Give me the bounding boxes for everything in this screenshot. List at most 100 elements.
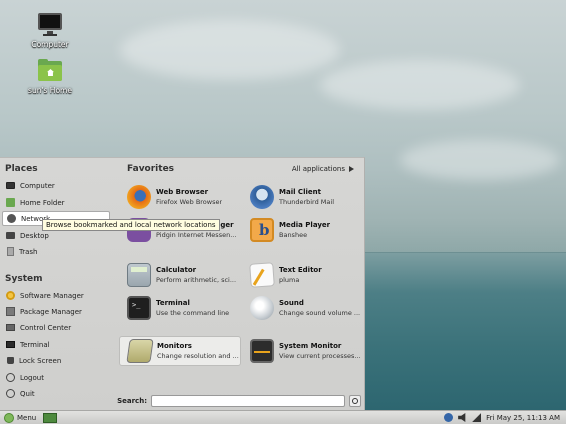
logout-icon (6, 373, 15, 382)
system-item-label: Quit (20, 389, 35, 398)
places-item-label: Home Folder (20, 198, 65, 207)
desktop-icon-label: Computer (31, 40, 69, 49)
app-description: Pidgin Internet Messen... (156, 231, 237, 239)
mail-client-icon (250, 185, 274, 209)
app-description: View current processes... (279, 352, 361, 360)
app-description: Thunderbird Mail (279, 198, 335, 206)
firefox-icon (127, 185, 151, 209)
app-description: Use the command line (156, 309, 230, 317)
app-name: Monitors (157, 342, 192, 350)
computer-icon (6, 182, 15, 189)
menu-left-column: Places Computer Home Folder Network Desk… (0, 158, 113, 410)
all-applications-button[interactable]: All applications (292, 165, 354, 173)
favorite-sound[interactable]: Sound Change sound volume ... (242, 293, 364, 323)
app-description: Firefox Web Browser (156, 198, 223, 206)
monitor-icon (35, 12, 65, 38)
system-item-control-center[interactable]: Control Center (2, 320, 110, 335)
show-desktop-icon[interactable] (43, 412, 58, 423)
app-name: Terminal (156, 299, 190, 307)
menu-button[interactable]: Menu (0, 411, 40, 424)
sound-icon (250, 296, 274, 320)
system-item-lock-screen[interactable]: Lock Screen (2, 353, 110, 368)
places-item-label: Computer (20, 181, 55, 190)
bottom-panel: Menu Fri May 25, 11:13 AM (0, 410, 566, 424)
app-name: Sound (279, 299, 304, 307)
favorite-system-monitor[interactable]: System Monitor View current processes... (242, 336, 364, 366)
favorite-monitors[interactable]: Monitors Change resolution and ... (119, 336, 241, 366)
app-description: Change sound volume ... (279, 309, 361, 317)
network-tooltip: Browse bookmarked and local network loca… (42, 219, 220, 231)
system-item-package-manager[interactable]: Package Manager (2, 304, 110, 319)
app-name: Mail Client (279, 188, 321, 196)
favorite-web-browser[interactable]: Web Browser Firefox Web Browser (119, 182, 241, 212)
terminal-icon (127, 296, 151, 320)
update-manager-icon[interactable] (444, 413, 454, 422)
all-applications-label: All applications (291, 165, 345, 173)
system-title: System (5, 274, 43, 284)
desktop-icon (6, 232, 15, 239)
favorite-text-editor[interactable]: Text Editor pluma (242, 260, 364, 290)
control-center-icon (6, 324, 15, 331)
system-item-software-manager[interactable]: Software Manager (2, 288, 110, 303)
favorite-mail-client[interactable]: Mail Client Thunderbird Mail (242, 182, 364, 212)
software-manager-icon (6, 291, 15, 300)
banshee-icon (250, 218, 274, 242)
system-item-label: Lock Screen (19, 356, 62, 365)
home-folder-icon (35, 58, 65, 84)
sea-wallpaper (365, 253, 566, 410)
desktop-icon-home[interactable]: sun's Home (18, 58, 82, 95)
app-name: Web Browser (156, 188, 209, 196)
favorites-title: Favorites (127, 164, 175, 174)
system-item-label: Software Manager (20, 291, 84, 300)
start-menu: Places Computer Home Folder Network Desk… (0, 157, 365, 410)
menu-right-column: Favorites All applications Web Browser Fi… (113, 158, 364, 410)
system-item-label: Package Manager (20, 307, 82, 316)
desktop-icon-computer[interactable]: Computer (18, 12, 82, 49)
favorite-terminal[interactable]: Terminal Use the command line (119, 293, 241, 323)
app-name: Media Player (279, 221, 331, 229)
system-item-quit[interactable]: Quit (2, 386, 110, 401)
system-monitor-icon (250, 339, 274, 363)
search-label: Search: (117, 397, 147, 405)
menu-button-label: Menu (17, 413, 37, 422)
arrow-right-icon (349, 166, 354, 172)
places-title: Places (5, 164, 38, 174)
app-name: System Monitor (279, 342, 342, 350)
places-item-label: Trash (19, 247, 38, 256)
horizon-line (365, 252, 566, 253)
search-icon[interactable] (349, 395, 361, 407)
network-status-icon[interactable] (472, 413, 482, 422)
app-description: Banshee (279, 231, 308, 239)
system-tray: Fri May 25, 11:13 AM (444, 413, 566, 422)
system-item-logout[interactable]: Logout (2, 370, 110, 385)
app-name: Calculator (156, 266, 197, 274)
places-item-label: Desktop (20, 231, 49, 240)
places-item-trash[interactable]: Trash (2, 244, 110, 259)
network-icon (7, 214, 16, 223)
desktop-icon-label: sun's Home (28, 86, 72, 95)
app-name: Text Editor (279, 266, 322, 274)
places-item-home-folder[interactable]: Home Folder (2, 195, 110, 210)
system-item-label: Terminal (20, 340, 50, 349)
app-description: Perform arithmetic, sci... (156, 276, 237, 284)
search-row: Search: (113, 392, 364, 410)
favorite-media-player[interactable]: Media Player Banshee (242, 215, 364, 245)
favorite-calculator[interactable]: Calculator Perform arithmetic, sci... (119, 260, 241, 290)
calculator-icon (127, 263, 151, 287)
mint-logo-icon (4, 412, 14, 423)
lock-icon (7, 357, 14, 364)
monitors-icon (126, 339, 154, 363)
volume-icon[interactable] (458, 413, 466, 422)
home-folder-icon (6, 198, 15, 207)
package-manager-icon (6, 307, 15, 316)
search-input[interactable] (151, 395, 345, 407)
system-item-terminal[interactable]: Terminal (2, 337, 110, 352)
system-item-label: Control Center (20, 323, 72, 332)
clock[interactable]: Fri May 25, 11:13 AM (486, 414, 560, 422)
app-description: pluma (279, 276, 300, 284)
system-item-label: Logout (20, 373, 44, 382)
app-description: Change resolution and ... (157, 352, 239, 360)
places-item-computer[interactable]: Computer (2, 178, 110, 193)
text-editor-icon (249, 262, 275, 288)
quit-icon (6, 389, 15, 398)
